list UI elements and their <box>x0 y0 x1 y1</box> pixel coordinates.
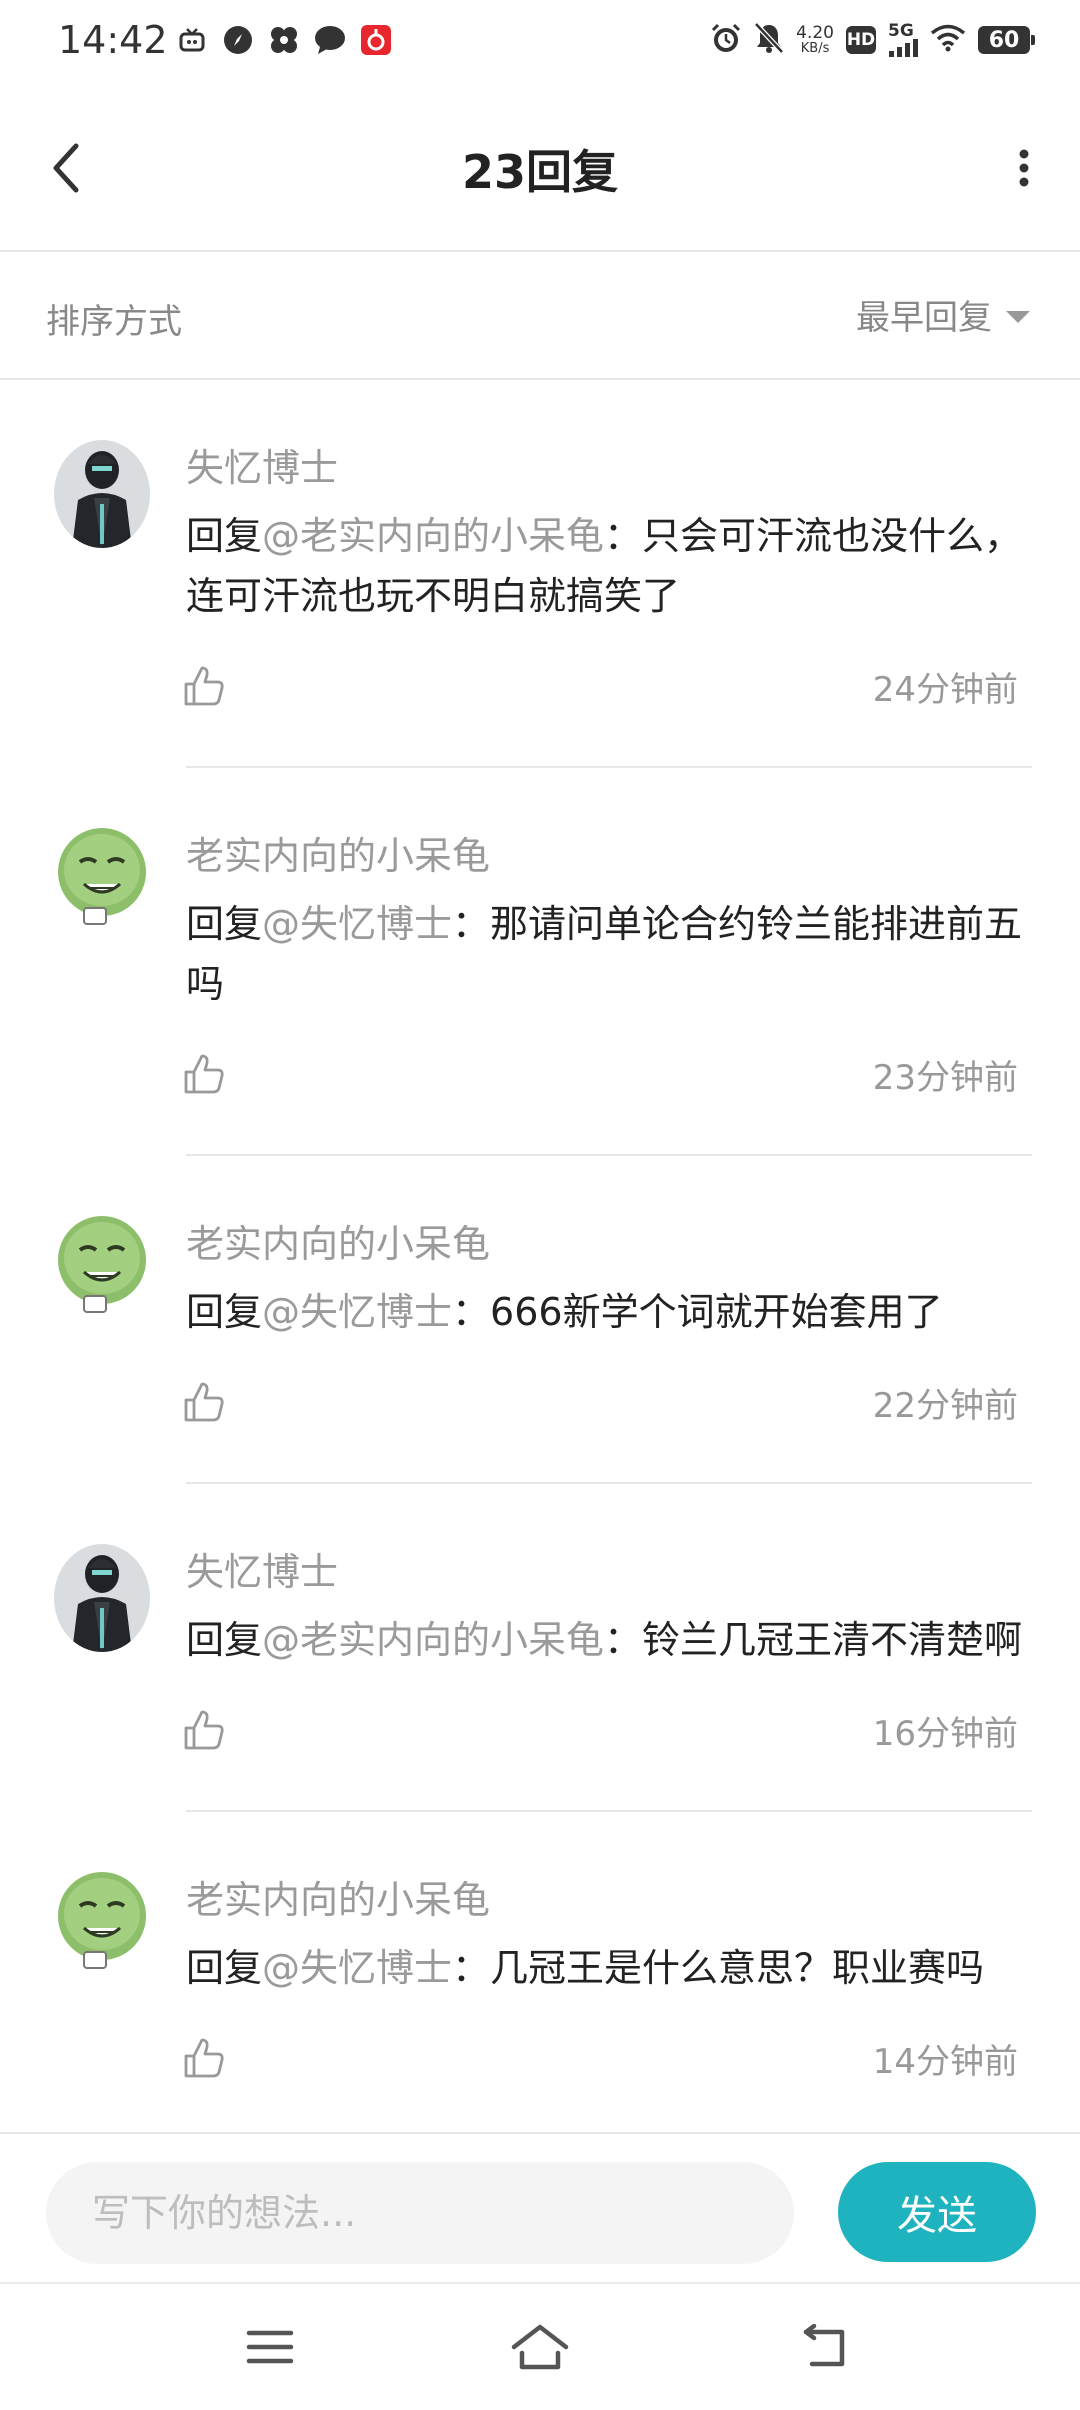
reply-prefix: 回复 <box>186 1618 263 1662</box>
home-icon <box>511 2324 569 2370</box>
thumbs-up-icon <box>184 1054 224 1094</box>
reply-meta: 16分钟前 <box>184 1700 1032 1760</box>
menu-button[interactable] <box>230 2312 310 2382</box>
more-options-button[interactable] <box>994 126 1054 210</box>
like-button[interactable] <box>182 1707 228 1753</box>
like-button[interactable] <box>182 1379 228 1425</box>
battery-indicator: 60 <box>978 26 1035 54</box>
sort-label: 排序方式 <box>46 302 182 342</box>
reply-time: 23分钟前 <box>872 1057 1018 1098</box>
reply-body: 666新学个词就开始套用了 <box>490 1290 943 1334</box>
reply-meta: 22分钟前 <box>184 1372 1032 1432</box>
compass-icon <box>222 24 254 56</box>
system-indicators: 4.20 KB/s HD 5G 60 <box>710 22 1035 58</box>
chat-bubble-icon <box>314 24 346 56</box>
avatar[interactable] <box>54 440 150 548</box>
reply-prefix: 回复 <box>186 1946 263 1990</box>
reply-item[interactable]: 老实内向的小呆龟回复@失忆博士：666新学个词就开始套用了 22分钟前 <box>0 1156 1080 1484</box>
reply-meta: 14分钟前 <box>184 2028 1032 2088</box>
reply-separator: ： <box>604 514 643 558</box>
reply-prefix: 回复 <box>186 514 263 558</box>
like-button[interactable] <box>182 2035 228 2081</box>
dropdown-triangle-icon <box>1006 310 1030 323</box>
reply-separator: ： <box>604 1618 643 1662</box>
reply-input[interactable] <box>46 2162 794 2264</box>
avatar[interactable] <box>54 1544 150 1652</box>
thumbs-up-icon <box>184 1710 224 1750</box>
reply-username[interactable]: 失忆博士 <box>186 380 1032 496</box>
thumbs-up-icon <box>184 666 224 706</box>
mute-bell-icon <box>754 22 784 58</box>
top-app-bar: 23回复 <box>0 86 1080 252</box>
reply-text: 回复@失忆博士：几冠王是什么意思？职业赛吗 <box>186 1938 1032 1998</box>
reply-text: 回复@老实内向的小呆龟：铃兰几冠王清不清楚啊 <box>186 1610 1032 1670</box>
reply-mention[interactable]: @失忆博士 <box>262 1290 452 1334</box>
thumbs-up-icon <box>184 1382 224 1422</box>
tv-icon <box>176 24 208 56</box>
pinwheel-icon <box>268 24 300 56</box>
reply-username[interactable]: 失忆博士 <box>186 1484 1032 1600</box>
system-nav-bar <box>0 2282 1080 2410</box>
reply-prefix: 回复 <box>186 1290 263 1334</box>
reply-body: 铃兰几冠王清不清楚啊 <box>642 1618 1023 1662</box>
sort-bar: 排序方式 最早回复 <box>0 252 1080 380</box>
reply-body: 几冠王是什么意思？职业赛吗 <box>490 1946 985 1990</box>
reply-mention[interactable]: @老实内向的小呆龟 <box>262 514 604 558</box>
reply-time: 24分钟前 <box>872 669 1018 710</box>
reply-separator: ： <box>452 902 491 946</box>
status-time: 14:42 <box>58 18 168 62</box>
reply-mention[interactable]: @老实内向的小呆龟 <box>262 1618 604 1662</box>
sort-selected-value: 最早回复 <box>856 298 992 338</box>
reply-list[interactable]: 失忆博士 回复@老实内向的小呆龟：只会可汗流也没什么，连可汗流也玩不明白就搞笑了 2… <box>0 380 1080 2132</box>
reply-item[interactable]: 老实内向的小呆龟回复@失忆博士：几冠王是什么意思？职业赛吗 14分钟前 <box>0 1812 1080 2132</box>
reply-text: 回复@老实内向的小呆龟：只会可汗流也没什么，连可汗流也玩不明白就搞笑了 <box>186 506 1032 626</box>
avatar[interactable] <box>54 822 150 930</box>
signal-type: 5G <box>888 21 914 41</box>
reply-mention[interactable]: @失忆博士 <box>262 1946 452 1990</box>
alarm-icon <box>710 22 742 58</box>
reply-username[interactable]: 老实内向的小呆龟 <box>186 1156 1032 1272</box>
avatar[interactable] <box>54 1866 150 1974</box>
back-arrow-icon <box>803 2324 845 2367</box>
reply-username[interactable]: 老实内向的小呆龟 <box>186 768 1032 884</box>
home-button[interactable] <box>500 2312 580 2382</box>
reply-item[interactable]: 失忆博士 回复@老实内向的小呆龟：只会可汗流也没什么，连可汗流也玩不明白就搞笑了 2… <box>0 380 1080 768</box>
compose-bar: 发送 <box>0 2132 1080 2282</box>
reply-time: 16分钟前 <box>872 1713 1018 1754</box>
like-button[interactable] <box>182 1051 228 1097</box>
thumbs-up-icon <box>184 2038 224 2078</box>
music-app-icon <box>360 24 392 56</box>
reply-meta: 24分钟前 <box>184 656 1032 716</box>
send-button[interactable]: 发送 <box>838 2162 1036 2262</box>
reply-item[interactable]: 失忆博士回复@老实内向的小呆龟：铃兰几冠王清不清楚啊 16分钟前 <box>0 1484 1080 1812</box>
back-nav-button[interactable] <box>784 2312 864 2382</box>
net-speed-value: 4.20 <box>796 23 834 43</box>
reply-separator: ： <box>452 1290 491 1334</box>
signal-bars-icon <box>889 39 918 57</box>
reply-text: 回复@失忆博士：666新学个词就开始套用了 <box>186 1282 1032 1342</box>
status-bar: 14:42 4.20 KB/s HD 5G 60 <box>0 0 1080 86</box>
reply-mention[interactable]: @失忆博士 <box>262 902 452 946</box>
menu-icon <box>246 2330 294 2364</box>
reply-username[interactable]: 老实内向的小呆龟 <box>186 1812 1032 1928</box>
reply-prefix: 回复 <box>186 902 263 946</box>
reply-time: 14分钟前 <box>872 2041 1018 2082</box>
notification-icons <box>176 24 392 56</box>
page-title: 23回复 <box>461 145 618 199</box>
net-speed-unit: KB/s <box>800 41 830 56</box>
hd-badge: HD <box>846 26 876 54</box>
reply-text: 回复@失忆博士：那请问单论合约铃兰能排进前五吗 <box>186 894 1032 1014</box>
more-vertical-icon <box>1019 149 1029 187</box>
reply-time: 22分钟前 <box>872 1385 1018 1426</box>
reply-meta: 23分钟前 <box>184 1044 1032 1104</box>
reply-separator: ： <box>452 1946 491 1990</box>
net-speed: 4.20 KB/s <box>796 23 834 56</box>
sort-dropdown[interactable]: 最早回复 <box>856 290 1030 339</box>
signal-indicator: 5G <box>888 23 918 57</box>
like-button[interactable] <box>182 663 228 709</box>
reply-item[interactable]: 老实内向的小呆龟 回复@失忆博士：那请问单论合约铃兰能排进前五吗 23分钟前 <box>0 768 1080 1156</box>
avatar[interactable] <box>54 1210 150 1318</box>
wifi-icon <box>930 24 966 56</box>
